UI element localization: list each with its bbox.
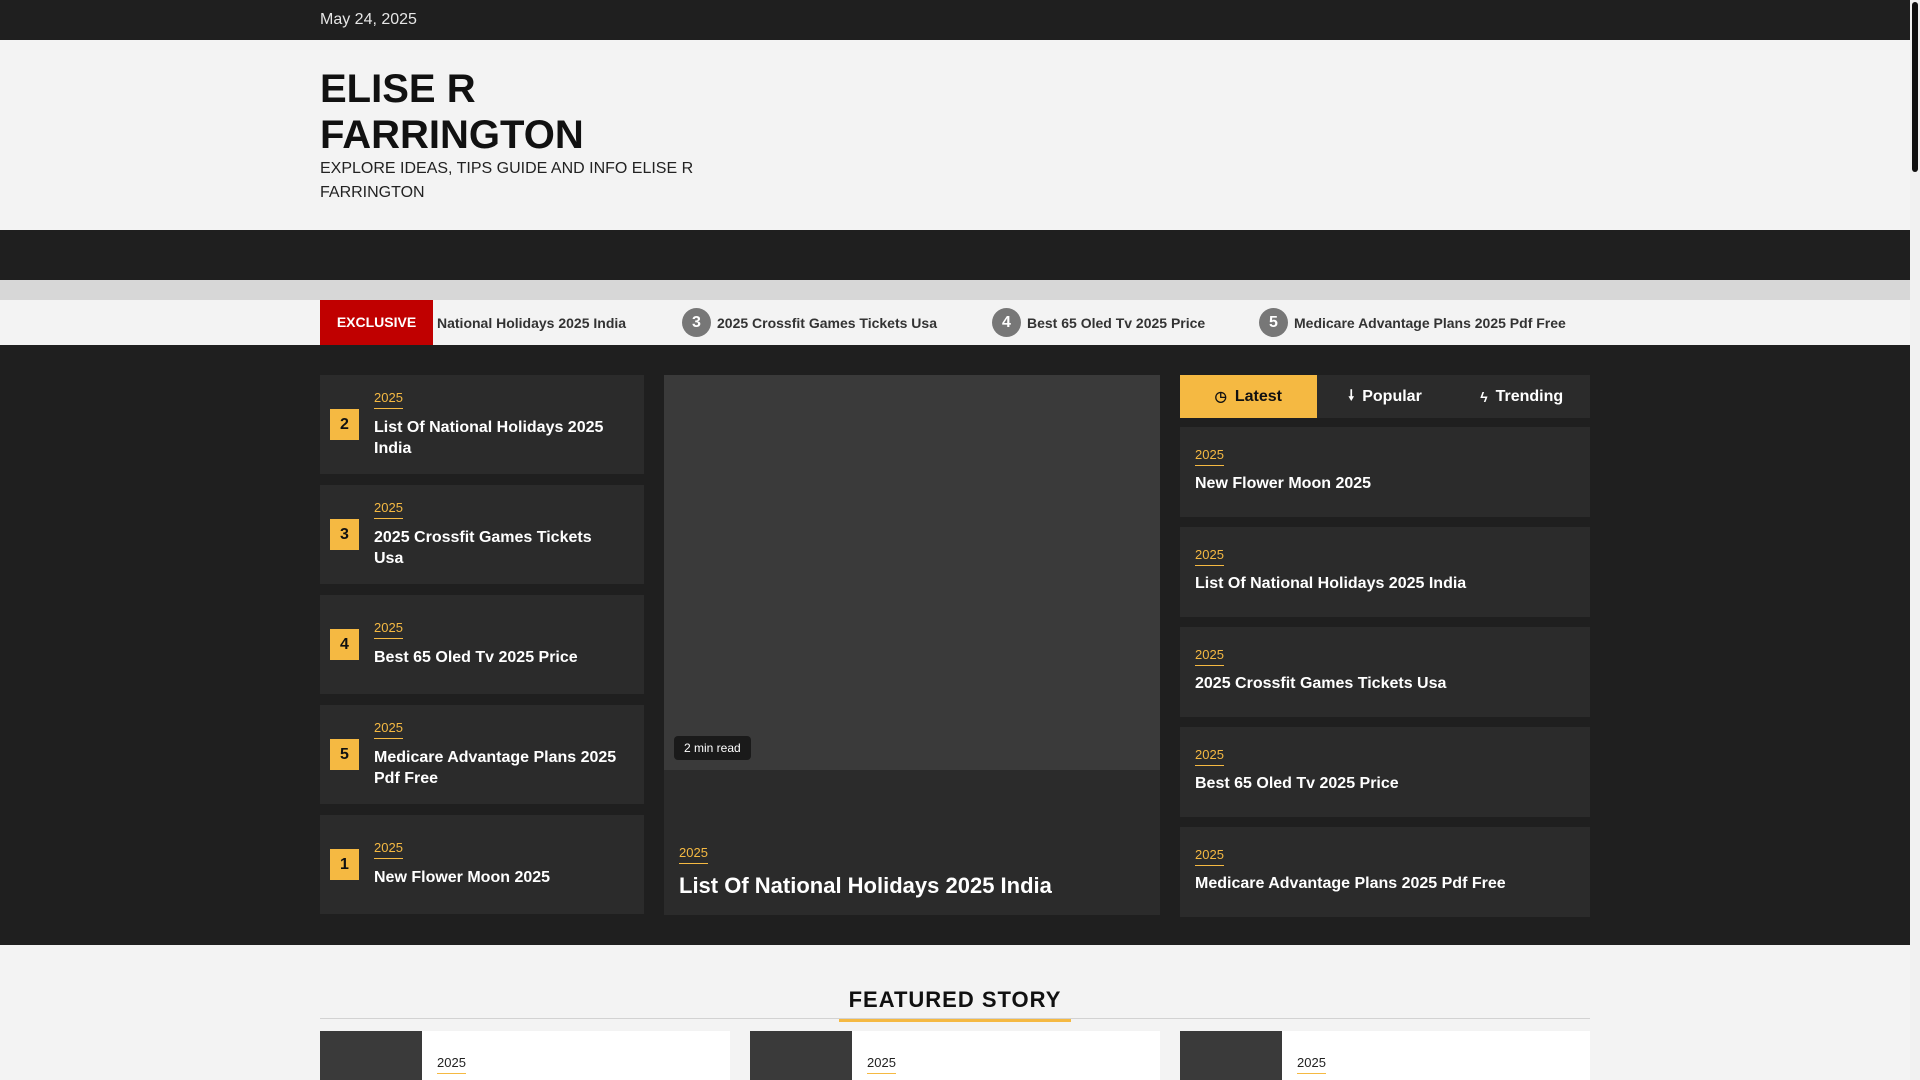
featured-card: 2025 [320,1031,730,1080]
post-title[interactable]: Best 65 Oled Tv 2025 Price [374,647,624,668]
ticker-number-badge: 3 [682,308,711,337]
featured-story-section: FEATURED STORY 2025 2025 2025 [0,945,1910,1080]
list-item: 3 2025 2025 Crossfit Games Tickets Usa [320,485,644,584]
list-item: 2025 List Of National Holidays 2025 Indi… [1180,527,1590,617]
tab-popular[interactable]: 🠗 Popular [1317,375,1454,418]
category-link[interactable]: 2025 [1195,547,1224,566]
list-item: 2025 2025 Crossfit Games Tickets Usa [1180,627,1590,717]
post-title[interactable]: Medicare Advantage Plans 2025 Pdf Free [374,747,624,789]
post-title[interactable]: 2025 Crossfit Games Tickets Usa [1195,675,1575,693]
ticker-item-title[interactable]: Best 65 Oled Tv 2025 Price [1027,315,1205,331]
site-title[interactable]: ELISE R FARRINGTON [320,66,740,158]
list-item: 2025 Best 65 Oled Tv 2025 Price [1180,727,1590,817]
ticker-number-badge: 4 [992,308,1021,337]
bolt-icon: ϟ [1480,388,1488,405]
category-link[interactable]: 2025 [1195,847,1224,866]
category-link[interactable]: 2025 [374,390,403,409]
ticker-number-badge: 5 [1259,308,1288,337]
site-description: EXPLORE IDEAS, TIPS GUIDE AND INFO ELISE… [320,160,694,201]
exclusive-label: EXCLUSIVE [320,300,433,345]
category-link[interactable]: 2025 [1195,447,1224,466]
section-heading-text: FEATURED STORY [838,987,1072,1022]
tab-trending[interactable]: ϟ Trending [1453,375,1590,418]
post-title[interactable]: Best 65 Oled Tv 2025 Price [1195,775,1575,793]
rank-badge: 2 [330,409,359,440]
card-thumbnail[interactable] [320,1031,422,1080]
list-item: 2 2025 List Of National Holidays 2025 In… [320,375,644,474]
post-title[interactable]: 2025 Crossfit Games Tickets Usa [374,527,624,569]
ticker-item-title[interactable]: National Holidays 2025 India [437,315,626,331]
main-section: 2 2025 List Of National Holidays 2025 In… [0,345,1910,945]
current-date: May 24, 2025 [320,11,417,28]
rank-badge: 5 [330,739,359,770]
tab-label: Trending [1495,387,1564,405]
page-scrollbar[interactable] [1910,0,1920,1080]
category-link[interactable]: 2025 [867,1055,896,1074]
rank-badge: 3 [330,519,359,550]
section-divider [320,1018,1590,1019]
category-link[interactable]: 2025 [1195,647,1224,666]
featured-post: 2 min read 2025 List Of National Holiday… [664,375,1160,915]
ticker-item-title[interactable]: 2025 Crossfit Games Tickets Usa [717,315,937,331]
ticker-item[interactable]: 5 Medicare Advantage Plans 2025 Pdf Free [1259,300,1566,345]
scrollbar-thumb[interactable] [1912,2,1918,172]
featured-post-title[interactable]: List Of National Holidays 2025 India [679,873,1149,899]
post-title[interactable]: Medicare Advantage Plans 2025 Pdf Free [1195,875,1575,893]
post-title[interactable]: List Of National Holidays 2025 India [374,417,624,459]
category-link[interactable]: 2025 [374,720,403,739]
list-item: 5 2025 Medicare Advantage Plans 2025 Pdf… [320,705,644,804]
featured-image[interactable] [664,375,1160,770]
category-link[interactable]: 2025 [679,845,708,864]
nav-divider [0,280,1910,300]
primary-nav [0,230,1910,280]
site-header: ELISE R FARRINGTON EXPLORE IDEAS, TIPS G… [0,40,1910,230]
featured-card: 2025 [1180,1031,1590,1080]
rank-badge: 4 [330,629,359,660]
ticker-item[interactable]: 4 Best 65 Oled Tv 2025 Price [992,300,1205,345]
rank-badge: 1 [330,849,359,880]
tab-latest[interactable]: ◷ Latest [1180,375,1317,418]
category-link[interactable]: 2025 [374,840,403,859]
post-title[interactable]: New Flower Moon 2025 [1195,475,1575,493]
post-title[interactable]: List Of National Holidays 2025 India [1195,575,1575,593]
card-thumbnail[interactable] [1180,1031,1282,1080]
ticker-item[interactable]: 3 2025 Crossfit Games Tickets Usa [682,300,937,345]
list-item: 1 2025 New Flower Moon 2025 [320,815,644,914]
category-link[interactable]: 2025 [437,1055,466,1074]
card-thumbnail[interactable] [750,1031,852,1080]
read-time-badge: 2 min read [674,736,751,760]
ticker-item-title[interactable]: Medicare Advantage Plans 2025 Pdf Free [1294,315,1566,331]
post-title[interactable]: New Flower Moon 2025 [374,867,624,888]
featured-card: 2025 [750,1031,1160,1080]
news-ticker: EXCLUSIVE National Holidays 2025 India 3… [0,300,1910,345]
post-tabs: ◷ Latest 🠗 Popular ϟ Trending [1180,375,1590,418]
list-item: 2025 Medicare Advantage Plans 2025 Pdf F… [1180,827,1590,917]
ticker-item[interactable]: National Holidays 2025 India [437,300,626,345]
clock-icon: ◷ [1214,388,1227,404]
category-link[interactable]: 2025 [374,620,403,639]
top-bar: May 24, 2025 [0,0,1910,40]
tab-label: Latest [1234,387,1282,405]
category-link[interactable]: 2025 [1195,747,1224,766]
list-item: 2025 New Flower Moon 2025 [1180,427,1590,517]
tab-label: Popular [1362,387,1422,405]
page: May 24, 2025 ELISE R FARRINGTON EXPLORE … [0,0,1910,1080]
flame-icon: 🠗 [1348,386,1355,403]
list-item: 4 2025 Best 65 Oled Tv 2025 Price [320,595,644,694]
category-link[interactable]: 2025 [1297,1055,1326,1074]
section-heading: FEATURED STORY [0,987,1910,1022]
category-link[interactable]: 2025 [374,500,403,519]
